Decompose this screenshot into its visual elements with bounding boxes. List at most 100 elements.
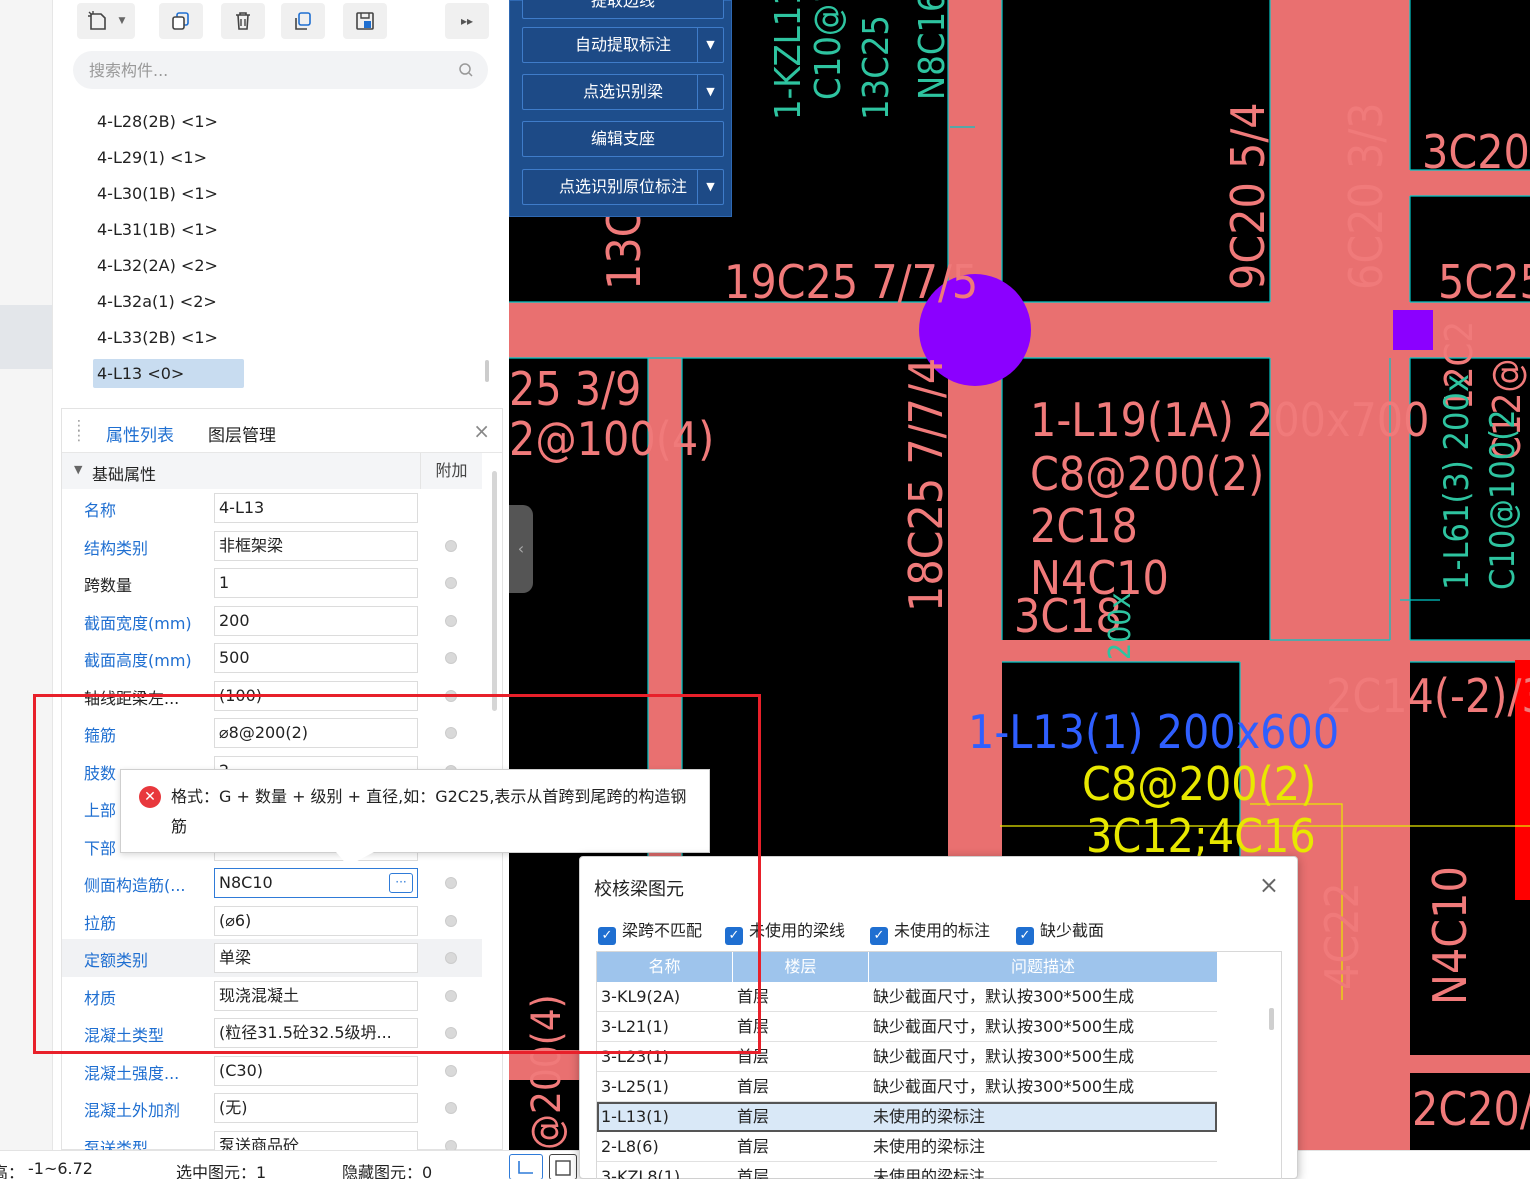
table-row[interactable]: 3-KZL8(1) 首层 未使用的梁标注 <box>597 1162 1217 1179</box>
property-value-field[interactable]: 单梁 <box>214 943 418 973</box>
extra-radio[interactable] <box>445 914 457 927</box>
check-missing-section[interactable]: ✓ 缺少截面 <box>1016 917 1104 945</box>
property-row[interactable]: 混凝土强度... (C30) <box>62 1052 482 1090</box>
panel-collapse-handle[interactable]: ‹ <box>509 505 533 593</box>
property-value-field[interactable]: 非框架梁 <box>214 530 418 561</box>
list-item[interactable]: 4-L32a(1) <2> <box>61 284 501 320</box>
check-unused-beam-line[interactable]: ✓ 未使用的梁线 <box>725 917 845 945</box>
dropdown-arrow-icon[interactable]: ▼ <box>697 170 723 204</box>
collapse-triangle-icon[interactable]: ▼ <box>74 463 82 476</box>
pick-identify-inplace-label-button[interactable]: 点选识别原位标注 ▼ <box>522 169 724 205</box>
property-row[interactable]: 截面宽度(mm) 200 <box>62 602 482 640</box>
column-marker-square[interactable] <box>1393 310 1433 350</box>
extract-edge-button[interactable]: 提取边线 <box>522 0 724 19</box>
checkbox-checked-icon[interactable]: ✓ <box>870 927 888 945</box>
property-row[interactable]: 轴线距梁左... (100) <box>62 677 482 715</box>
extra-radio[interactable] <box>445 989 457 1002</box>
table-row[interactable]: 2-L8(6) 首层 未使用的梁标注 <box>597 1132 1217 1162</box>
left-nav-selected-item[interactable] <box>0 305 52 369</box>
new-component-button[interactable]: ▼ <box>77 3 135 39</box>
auto-extract-label-button[interactable]: 自动提取标注 ▼ <box>522 27 724 63</box>
list-item[interactable]: 4-L33(2B) <1> <box>61 320 501 356</box>
table-scrollbar[interactable] <box>1269 1008 1274 1030</box>
close-icon[interactable]: × <box>473 419 490 443</box>
check-span-mismatch[interactable]: ✓ 梁跨不匹配 <box>598 917 702 945</box>
property-row[interactable]: 混凝土外加剂 (无) <box>62 1089 482 1127</box>
property-row[interactable]: 侧面构造筋(... N8C10 ··· <box>62 864 482 902</box>
property-value-field[interactable]: (无) <box>214 1093 418 1123</box>
checkbox-checked-icon[interactable]: ✓ <box>725 927 743 945</box>
extra-radio[interactable] <box>445 539 457 552</box>
list-item[interactable]: 4-L28(2B) <1> <box>61 104 501 140</box>
property-value-field[interactable]: (粒径31.5砼32.5级坍... <box>214 1018 418 1048</box>
property-value-field[interactable]: 200 <box>214 605 418 636</box>
property-row[interactable]: 截面高度(mm) 500 <box>62 639 482 677</box>
select-mode-button[interactable] <box>549 1154 577 1179</box>
copy-button[interactable] <box>159 3 203 39</box>
extra-radio[interactable] <box>445 1064 457 1077</box>
table-row[interactable]: 1-L13(1) 首层 未使用的梁标注 <box>597 1102 1217 1132</box>
edit-support-button[interactable]: 编辑支座 <box>522 121 724 157</box>
snap-mode-button[interactable] <box>509 1154 543 1179</box>
list-item[interactable]: 4-L29(1) <1> <box>61 140 501 176</box>
checkbox-checked-icon[interactable]: ✓ <box>598 927 616 945</box>
extra-radio[interactable] <box>445 877 457 889</box>
property-scrollbar[interactable] <box>492 471 497 711</box>
extra-radio[interactable] <box>445 1102 457 1114</box>
pick-identify-beam-button[interactable]: 点选识别梁 ▼ <box>522 74 724 110</box>
property-value-field[interactable]: N8C10 ··· <box>214 868 418 898</box>
search-input[interactable] <box>89 51 449 89</box>
close-icon[interactable]: × <box>1259 871 1279 899</box>
tab-layer-management[interactable]: 图层管理 <box>208 421 276 446</box>
property-value-field[interactable]: (C30) <box>214 1055 418 1086</box>
property-value-field[interactable]: 500 <box>214 643 418 673</box>
table-row[interactable]: 3-L25(1) 首层 缺少截面尺寸，默认按300*500生成 <box>597 1072 1217 1102</box>
property-row[interactable]: 跨数量 1 <box>62 564 482 602</box>
table-row[interactable]: 3-L23(1) 首层 缺少截面尺寸，默认按300*500生成 <box>597 1042 1217 1072</box>
property-value-field[interactable]: ⌀8@200(2) <box>214 718 418 748</box>
more-options-icon[interactable]: ··· <box>389 873 413 893</box>
extra-radio[interactable] <box>445 614 457 627</box>
extra-radio[interactable] <box>445 652 457 664</box>
property-group-header[interactable]: ▼ 基础属性 附加 <box>62 453 482 489</box>
property-row[interactable]: 拉筋 (⌀6) <box>62 902 482 940</box>
extra-radio[interactable] <box>445 1027 457 1039</box>
list-item-selected[interactable]: 4-L13 <0> <box>61 356 501 392</box>
extra-radio[interactable] <box>445 727 457 739</box>
column-header-floor[interactable]: 楼层 <box>733 952 869 982</box>
list-item[interactable]: 4-L31(1B) <1> <box>61 212 501 248</box>
delete-button[interactable] <box>221 3 265 39</box>
property-row[interactable]: 混凝土类型 (粒径31.5砼32.5级坍... <box>62 1014 482 1052</box>
property-value-field[interactable]: 现浇混凝土 <box>214 980 418 1011</box>
dropdown-arrow-icon[interactable]: ▼ <box>697 75 723 109</box>
search-icon[interactable] <box>458 62 474 78</box>
column-header-name[interactable]: 名称 <box>597 952 733 982</box>
property-value-field[interactable]: 4-L13 <box>214 493 418 523</box>
check-unused-label[interactable]: ✓ 未使用的标注 <box>870 917 990 945</box>
property-value-field[interactable]: (100) <box>214 680 418 711</box>
tab-property-list[interactable]: 属性列表 <box>106 421 174 446</box>
extra-radio[interactable] <box>445 952 457 964</box>
property-row[interactable]: 箍筋 ⌀8@200(2) <box>62 714 482 752</box>
list-scrollbar[interactable] <box>485 360 489 382</box>
dropdown-arrow-icon[interactable]: ▼ <box>697 28 723 62</box>
table-row[interactable]: 3-KL9(2A) 首层 缺少截面尺寸，默认按300*500生成 <box>597 982 1217 1012</box>
property-row[interactable]: 结构类别 非框架梁 <box>62 527 482 565</box>
drag-grip-icon[interactable]: ⋮ ⋮ <box>72 419 86 443</box>
duplicate-button[interactable] <box>281 3 325 39</box>
extra-radio[interactable] <box>445 689 457 702</box>
property-value-field[interactable]: 1 <box>214 568 418 598</box>
extra-radio[interactable] <box>445 577 457 589</box>
checkbox-checked-icon[interactable]: ✓ <box>1016 927 1034 945</box>
expand-more-button[interactable]: ▸▸ <box>445 3 489 39</box>
property-row[interactable]: 定额类别 单梁 <box>62 939 482 977</box>
property-row[interactable]: 材质 现浇混凝土 <box>62 977 482 1015</box>
property-value-field[interactable]: (⌀6) <box>214 905 418 936</box>
property-row[interactable]: 名称 4-L13 <box>62 489 482 527</box>
table-row[interactable]: 3-L21(1) 首层 缺少截面尺寸，默认按300*500生成 <box>597 1012 1217 1042</box>
list-item[interactable]: 4-L32(2A) <2> <box>61 248 501 284</box>
floor-copy-button[interactable] <box>343 3 387 39</box>
column-header-description[interactable]: 问题描述 <box>869 952 1217 982</box>
dropdown-arrow-icon[interactable]: ▼ <box>119 16 126 26</box>
list-item[interactable]: 4-L30(1B) <1> <box>61 176 501 212</box>
